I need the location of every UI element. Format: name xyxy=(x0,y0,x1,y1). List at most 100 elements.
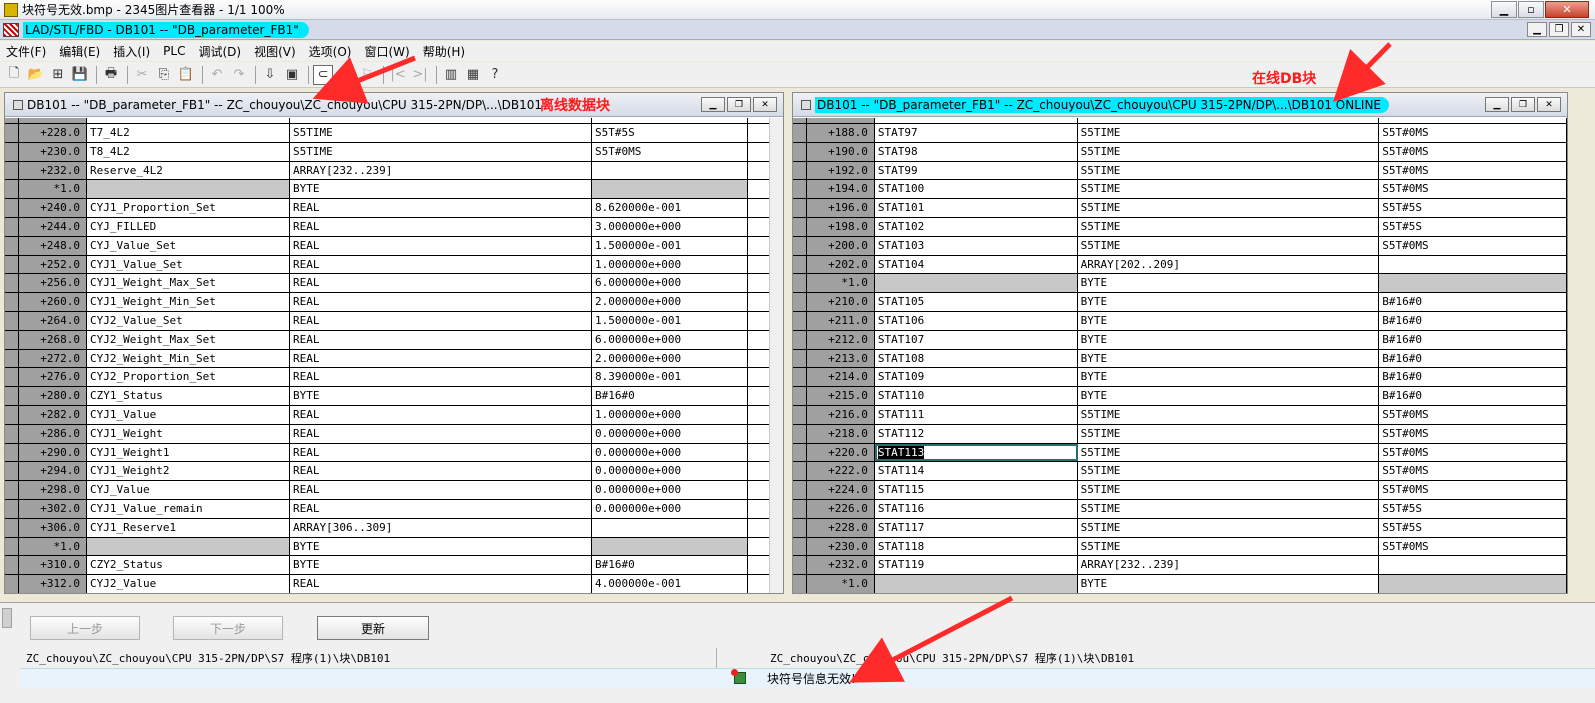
row-header[interactable] xyxy=(5,180,19,199)
table-row[interactable]: +222.0 STAT114 S5TIME S5T#0MS xyxy=(793,462,1567,482)
address-cell[interactable]: +232.0 xyxy=(806,556,875,575)
table-row[interactable]: +192.0 STAT99 S5TIME S5T#0MS xyxy=(793,161,1567,181)
row-header[interactable] xyxy=(5,499,19,518)
row-header[interactable] xyxy=(793,368,807,387)
table-row[interactable]: +272.0 CYJ2_Weight_Min_Set REAL 2.000000e+0… xyxy=(5,349,783,369)
row-header[interactable] xyxy=(793,499,807,518)
address-cell[interactable]: +218.0 xyxy=(806,424,875,443)
type-cell[interactable]: S5TIME xyxy=(290,142,592,161)
name-cell[interactable]: STAT102 xyxy=(875,217,1078,236)
type-cell[interactable]: BYTE xyxy=(1078,387,1380,405)
accessible-nodes-icon[interactable]: ⊞ xyxy=(48,65,68,85)
name-cell[interactable]: CYJ1_Weight xyxy=(87,424,290,443)
row-header[interactable] xyxy=(5,575,19,593)
address-cell[interactable]: +244.0 xyxy=(19,217,87,236)
value-cell[interactable]: S5T#0MS xyxy=(1379,443,1567,462)
value-cell[interactable]: B#16#0 xyxy=(1379,330,1567,349)
name-cell[interactable]: STAT101 xyxy=(875,199,1078,217)
type-cell[interactable]: ARRAY[232..239] xyxy=(1078,556,1380,575)
address-cell[interactable]: +276.0 xyxy=(19,368,87,387)
name-cell[interactable]: T7_4L2 xyxy=(87,124,290,142)
table-row[interactable]: +228.0 STAT117 S5TIME S5T#5S xyxy=(793,518,1567,538)
value-cell[interactable]: B#16#0 xyxy=(592,556,748,575)
address-cell[interactable]: +260.0 xyxy=(19,293,87,311)
address-cell[interactable]: +212.0 xyxy=(806,330,875,349)
type-cell[interactable]: BYTE xyxy=(1078,368,1380,387)
type-cell[interactable]: REAL xyxy=(290,217,592,236)
value-cell[interactable] xyxy=(592,537,748,556)
row-header[interactable] xyxy=(5,274,19,293)
table-row[interactable]: +230.0 T8_4L2 S5TIME S5T#0MS xyxy=(5,142,783,162)
row-header[interactable] xyxy=(793,387,807,405)
address-cell[interactable]: +230.0 xyxy=(806,537,875,556)
table-row[interactable]: +226.0 STAT116 S5TIME S5T#5S xyxy=(793,499,1567,519)
type-cell[interactable]: BYTE xyxy=(1078,349,1380,368)
type-cell[interactable]: REAL xyxy=(290,330,592,349)
online-close-button[interactable]: ✕ xyxy=(1537,97,1561,112)
monitor-icon[interactable]: ▣ xyxy=(282,65,302,85)
name-cell[interactable]: STAT109 xyxy=(875,368,1078,387)
table-row[interactable]: *1.0 BYTE xyxy=(793,575,1567,593)
type-cell[interactable]: REAL xyxy=(290,293,592,311)
table-row[interactable]: *1.0 BYTE xyxy=(5,537,783,557)
type-cell[interactable]: BYTE xyxy=(290,556,592,575)
type-cell[interactable]: BYTE xyxy=(1078,274,1380,293)
address-cell[interactable]: +215.0 xyxy=(806,387,875,405)
type-cell[interactable]: S5TIME xyxy=(1078,443,1380,462)
type-cell[interactable]: REAL xyxy=(290,424,592,443)
type-cell[interactable]: REAL xyxy=(290,499,592,518)
address-cell[interactable]: +228.0 xyxy=(19,124,87,142)
name-cell[interactable]: STAT98 xyxy=(875,142,1078,161)
type-cell[interactable]: BYTE xyxy=(290,387,592,405)
table-row[interactable]: +282.0 CYJ1_Value REAL 1.000000e+000 xyxy=(5,405,783,425)
row-header[interactable] xyxy=(793,161,807,180)
address-cell[interactable]: +200.0 xyxy=(806,236,875,255)
address-cell[interactable]: +213.0 xyxy=(806,349,875,368)
address-cell[interactable]: +226.0 xyxy=(806,499,875,518)
value-cell[interactable]: 1.000000e+000 xyxy=(592,255,748,274)
value-cell[interactable]: S5T#5S xyxy=(1379,199,1567,217)
row-header[interactable] xyxy=(793,293,807,311)
address-cell[interactable]: +210.0 xyxy=(806,293,875,311)
row-header[interactable] xyxy=(5,217,19,236)
type-cell[interactable]: S5TIME xyxy=(1078,462,1380,481)
table-row[interactable]: +310.0 CZY2_Status BYTE B#16#0 xyxy=(5,556,783,576)
row-header[interactable] xyxy=(793,217,807,236)
menu-options[interactable]: 选项(O) xyxy=(309,43,359,60)
type-cell[interactable]: REAL xyxy=(290,349,592,368)
row-header[interactable] xyxy=(5,481,19,499)
table-row[interactable]: +211.0 STAT106 BYTE B#16#0 xyxy=(793,311,1567,331)
update-button[interactable]: 更新 xyxy=(317,616,429,640)
address-cell[interactable]: +280.0 xyxy=(19,387,87,405)
type-cell[interactable]: REAL xyxy=(290,274,592,293)
table-row[interactable]: +198.0 STAT102 S5TIME S5T#5S xyxy=(793,217,1567,237)
type-cell[interactable]: ARRAY[306..309] xyxy=(290,518,592,537)
address-cell[interactable]: +272.0 xyxy=(19,349,87,368)
table-row[interactable]: +202.0 STAT104 ARRAY[202..209] xyxy=(793,255,1567,275)
row-header[interactable] xyxy=(793,124,807,142)
address-cell[interactable]: +302.0 xyxy=(19,499,87,518)
table-row[interactable]: +248.0 CYJ_Value_Set REAL 1.500000e-001 xyxy=(5,236,783,256)
type-cell[interactable]: REAL xyxy=(290,255,592,274)
name-cell[interactable]: CYJ1_Proportion_Set xyxy=(87,199,290,217)
prev-step-button[interactable]: 上一步 xyxy=(30,616,140,640)
pane-splitter[interactable] xyxy=(2,608,12,628)
table-row[interactable]: +214.0 STAT109 BYTE B#16#0 xyxy=(793,368,1567,388)
value-cell[interactable] xyxy=(592,518,748,537)
value-cell[interactable]: 1.500000e-001 xyxy=(592,311,748,330)
type-cell[interactable]: S5TIME xyxy=(1078,199,1380,217)
value-cell[interactable]: B#16#0 xyxy=(1379,293,1567,311)
table-row[interactable]: +213.0 STAT108 BYTE B#16#0 xyxy=(793,349,1567,369)
name-cell[interactable] xyxy=(874,575,1078,593)
name-cell[interactable]: CYJ2_Value_Set xyxy=(87,311,290,330)
value-cell[interactable]: 8.390000e-001 xyxy=(592,368,748,387)
help-icon[interactable]: ? xyxy=(485,65,505,85)
table-row[interactable]: +280.0 CZY1_Status BYTE B#16#0 xyxy=(5,387,783,406)
type-cell[interactable]: REAL xyxy=(290,443,592,462)
name-cell[interactable]: CYJ_Value_Set xyxy=(87,236,290,255)
mdi-close-button[interactable]: ✕ xyxy=(1571,22,1591,37)
address-cell[interactable]: +214.0 xyxy=(806,368,875,387)
row-header[interactable] xyxy=(793,236,807,255)
type-cell[interactable]: S5TIME xyxy=(1078,518,1380,537)
name-cell[interactable]: CYJ1_Weight_Max_Set xyxy=(87,274,290,293)
